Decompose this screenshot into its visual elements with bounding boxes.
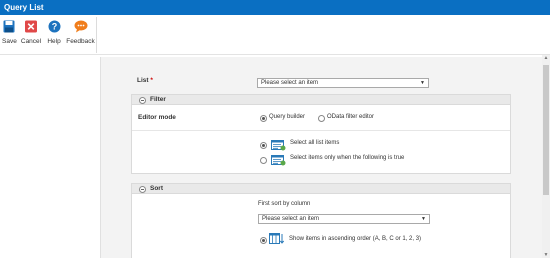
sort-section-header[interactable]: Sort <box>131 183 511 194</box>
sort-column-value: Please select an item <box>262 216 320 222</box>
ascending-label: Show items in ascending order (A, B, C o… <box>289 236 422 242</box>
list-select-value: Please select an item <box>261 80 319 86</box>
scroll-down-icon[interactable]: ▼ <box>542 252 550 258</box>
cancel-label: Cancel <box>20 38 42 45</box>
toolbar-separator <box>96 17 97 53</box>
save-button[interactable]: Save <box>2 20 17 45</box>
help-icon: ? <box>46 20 62 35</box>
required-marker: * <box>150 77 153 84</box>
vertical-scrollbar[interactable]: ▲ ▼ <box>542 55 550 258</box>
radio-odata-filter[interactable] <box>318 115 325 122</box>
feedback-button[interactable]: Feedback <box>66 20 95 45</box>
save-label: Save <box>2 38 17 45</box>
radio-select-conditional[interactable] <box>260 157 267 164</box>
list-label-text: List <box>137 77 149 84</box>
scroll-up-icon[interactable]: ▲ <box>542 55 550 61</box>
radio-select-all[interactable] <box>260 142 267 149</box>
list-label: List * <box>137 77 153 84</box>
window-titlebar: Query List <box>0 0 550 15</box>
dropdown-arrow-icon: ▼ <box>421 216 426 222</box>
filter-section-body: Editor mode Query builder OData filter e… <box>131 105 511 174</box>
filter-section-title: Filter <box>150 96 166 103</box>
collapse-icon <box>139 97 146 104</box>
sort-ascending-icon <box>269 232 285 250</box>
scroll-thumb[interactable] <box>543 65 549 195</box>
sort-section-title: Sort <box>150 185 163 192</box>
filter-divider <box>132 130 510 131</box>
filter-section-header[interactable]: Filter <box>131 94 511 105</box>
select-all-label: Select all list items <box>290 140 340 146</box>
editor-mode-label: Editor mode <box>138 114 176 121</box>
window-title: Query List <box>4 3 44 12</box>
odata-filter-label: OData filter editor <box>327 114 375 120</box>
cancel-icon <box>18 20 44 35</box>
dropdown-arrow-icon: ▼ <box>420 80 425 86</box>
radio-query-builder[interactable] <box>260 115 267 122</box>
first-sort-label: First sort by column <box>258 201 311 207</box>
feedback-icon <box>66 20 95 35</box>
help-label: Help <box>47 38 61 45</box>
feedback-label: Feedback <box>66 38 95 45</box>
sort-column-select[interactable]: Please select an item ▼ <box>258 214 430 224</box>
form-panel: List * Please select an item ▼ Filter Ed… <box>100 57 543 258</box>
filter-items-icon <box>271 153 286 171</box>
sort-section-body: First sort by column Please select an it… <box>131 194 511 258</box>
collapse-icon <box>139 186 146 193</box>
svg-text:?: ? <box>51 22 57 32</box>
list-select[interactable]: Please select an item ▼ <box>257 78 429 88</box>
save-icon <box>2 20 16 35</box>
select-conditional-label: Select items only when the following is … <box>290 155 405 161</box>
query-builder-label: Query builder <box>269 114 306 120</box>
cancel-button[interactable]: Cancel <box>18 20 44 45</box>
radio-ascending[interactable] <box>260 237 267 244</box>
toolbar: Save Cancel ? Help Feedback <box>0 15 550 55</box>
help-button[interactable]: ? Help <box>46 20 62 45</box>
